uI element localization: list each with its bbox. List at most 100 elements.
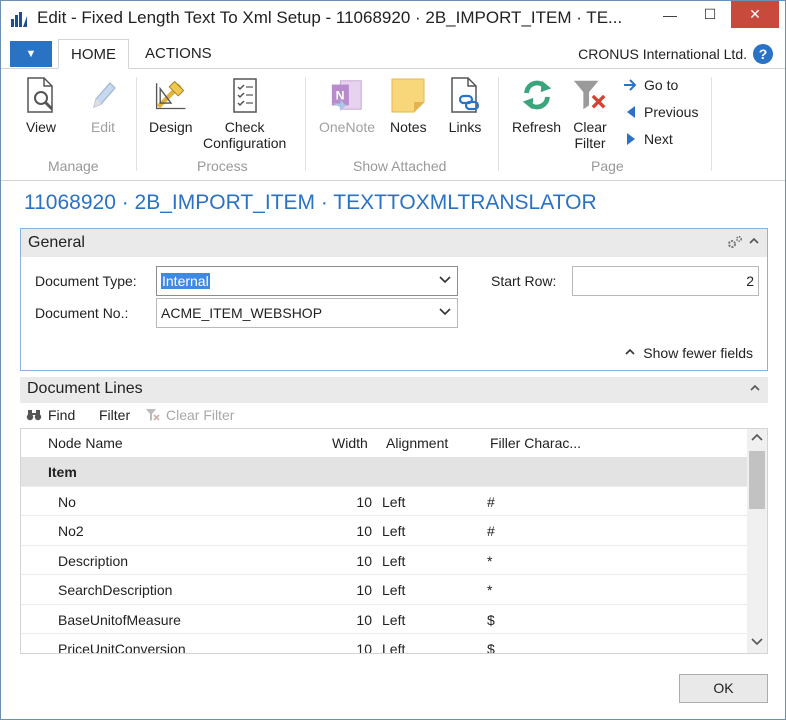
cell-node-name: BaseUnitofMeasure: [58, 611, 181, 628]
chevron-up-icon[interactable]: [749, 234, 759, 248]
design-button[interactable]: Design: [149, 75, 193, 135]
check-configuration-button[interactable]: Check Configuration: [203, 75, 286, 151]
refresh-button[interactable]: Refresh: [512, 75, 561, 135]
table-row[interactable]: SearchDescription 10 Left *: [21, 575, 747, 605]
table-row[interactable]: Description 10 Left *: [21, 546, 747, 575]
column-width[interactable]: Width: [332, 435, 368, 451]
onenote-button[interactable]: N OneNote: [319, 75, 375, 135]
edit-label: Edit: [90, 119, 116, 135]
cell-node-name: SearchDescription: [58, 582, 173, 598]
ribbon-separator: [711, 77, 712, 171]
note-icon: [390, 75, 426, 115]
cell-node-name: PriceUnitConversion: [58, 641, 186, 654]
cell-alignment: Left: [382, 493, 406, 510]
app-menu-button[interactable]: ▼: [10, 41, 52, 67]
table-row[interactable]: PriceUnitConversion 10 Left $: [21, 634, 747, 654]
show-fewer-label: Show fewer fields: [643, 345, 753, 361]
chevron-down-icon[interactable]: [439, 305, 451, 319]
general-fasttab-header[interactable]: General: [21, 229, 767, 257]
clear-filter-small-icon: [146, 409, 160, 421]
close-button[interactable]: ✕: [731, 1, 779, 28]
gear-icon[interactable]: [727, 235, 743, 252]
onenote-label: OneNote: [319, 119, 376, 135]
go-to-button[interactable]: Go to: [623, 77, 678, 93]
view-label: View: [25, 119, 57, 135]
next-label: Next: [644, 131, 673, 147]
find-button[interactable]: Find: [26, 407, 75, 423]
clear-filter-icon: [572, 75, 608, 115]
previous-label: Previous: [644, 104, 699, 120]
document-type-value: Internal: [161, 273, 210, 289]
cell-alignment: Left: [382, 552, 406, 569]
cell-filler: *: [487, 582, 493, 598]
table-row[interactable]: BaseUnitofMeasure 10 Left $: [21, 605, 747, 634]
grid-header: Node Name Width Alignment Filler Charac.…: [21, 429, 747, 457]
svg-text:N: N: [336, 89, 345, 103]
document-no-select[interactable]: ACME_ITEM_WEBSHOP: [156, 298, 458, 328]
notes-button[interactable]: Notes: [390, 75, 427, 135]
view-button[interactable]: View: [23, 75, 59, 135]
cell-width: 10: [356, 641, 372, 654]
clear-filter-label-2: Filter: [574, 135, 606, 151]
cell-node-name: No2: [58, 523, 84, 539]
previous-button[interactable]: Previous: [623, 104, 698, 120]
tab-home[interactable]: HOME: [58, 39, 129, 69]
document-lines-header[interactable]: Document Lines: [20, 377, 768, 403]
refresh-icon: [519, 75, 555, 115]
next-button[interactable]: Next: [623, 131, 673, 147]
scrollbar-thumb[interactable]: [749, 451, 765, 509]
onenote-icon: N: [329, 75, 365, 115]
cell-filler: $: [487, 641, 495, 654]
cell-filler: #: [487, 493, 495, 510]
minimize-button[interactable]: —: [651, 1, 689, 28]
table-row[interactable]: No 10 Left #: [21, 487, 747, 516]
clear-filter-button[interactable]: Clear Filter: [572, 75, 608, 151]
dialog-window: Edit - Fixed Length Text To Xml Setup - …: [0, 0, 786, 720]
document-lines-title: Document Lines: [27, 380, 143, 397]
page-group-label: Page: [591, 158, 624, 174]
document-no-label: Document No.:: [35, 305, 129, 321]
process-group-label: Process: [197, 158, 248, 174]
arrow-right-icon: [623, 78, 639, 92]
check-config-label-2: Configuration: [203, 135, 287, 151]
column-node-name[interactable]: Node Name: [48, 435, 123, 451]
binoculars-icon: [26, 409, 42, 421]
pencil-icon: [85, 75, 121, 115]
table-row[interactable]: No2 10 Left #: [21, 516, 747, 546]
help-icon[interactable]: ?: [753, 44, 773, 64]
cell-width: 10: [356, 611, 372, 628]
column-filler-character[interactable]: Filler Charac...: [490, 435, 581, 451]
maximize-button[interactable]: ☐: [691, 1, 729, 28]
table-row-group[interactable]: Item: [21, 457, 747, 487]
document-lines-grid: Node Name Width Alignment Filler Charac.…: [20, 428, 768, 654]
links-button[interactable]: Links: [447, 75, 483, 135]
document-no-value: ACME_ITEM_WEBSHOP: [161, 305, 323, 321]
clear-filter-lines-button[interactable]: Clear Filter: [146, 407, 234, 423]
tab-actions[interactable]: ACTIONS: [133, 39, 224, 69]
filter-button[interactable]: Filter: [99, 407, 130, 423]
cell-alignment: Left: [382, 611, 406, 628]
scroll-down-icon[interactable]: [751, 638, 763, 649]
edit-button[interactable]: Edit: [85, 75, 121, 135]
ribbon-separator: [498, 77, 499, 171]
scroll-up-icon[interactable]: [751, 433, 763, 444]
cell-filler: *: [487, 552, 493, 569]
checklist-icon: [227, 75, 263, 115]
general-title: General: [28, 234, 85, 251]
cell-width: 10: [356, 493, 372, 510]
chevron-down-icon[interactable]: [439, 273, 451, 287]
ok-button[interactable]: OK: [679, 674, 768, 703]
notes-label: Notes: [390, 119, 427, 135]
design-label: Design: [149, 119, 193, 135]
document-type-label: Document Type:: [35, 273, 137, 289]
document-type-select[interactable]: Internal: [156, 266, 458, 296]
grid-scrollbar[interactable]: [747, 429, 767, 653]
cell-alignment: Left: [382, 523, 406, 539]
chevron-up-icon[interactable]: [750, 381, 760, 395]
check-config-label-1: Check: [224, 119, 265, 135]
column-alignment[interactable]: Alignment: [386, 435, 448, 451]
start-row-input[interactable]: 2: [572, 266, 759, 296]
cell-filler: #: [487, 523, 495, 539]
ribbon-separator: [136, 77, 137, 171]
show-fewer-fields-link[interactable]: Show fewer fields: [625, 345, 753, 361]
